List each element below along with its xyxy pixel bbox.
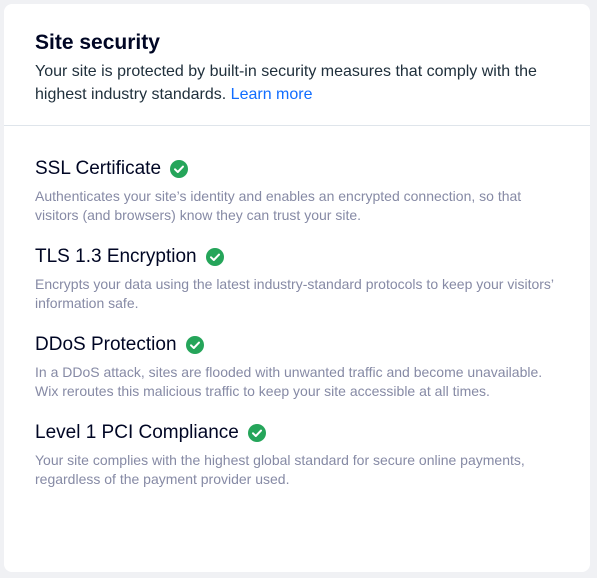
feature-ddos-protection: DDoS Protection In a DDoS attack, sites …: [35, 332, 560, 401]
check-circle-icon: [247, 424, 266, 442]
feature-ssl-certificate: SSL Certificate Authenticates your site’…: [35, 156, 560, 225]
card-header: Site security Your site is protected by …: [4, 4, 590, 126]
feature-title: Level 1 PCI Compliance: [35, 422, 239, 443]
feature-title: TLS 1.3 Encryption: [35, 246, 197, 267]
feature-description: In a DDoS attack, sites are flooded with…: [35, 364, 543, 399]
feature-description: Your site complies with the highest glob…: [35, 452, 525, 487]
site-security-card: Site security Your site is protected by …: [4, 4, 590, 572]
feature-description: Encrypts your data using the latest indu…: [35, 276, 554, 311]
feature-description: Authenticates your site’s identity and e…: [35, 188, 522, 223]
page-title: Site security: [35, 31, 160, 54]
learn-more-link[interactable]: Learn more: [231, 86, 313, 103]
feature-pci-compliance: Level 1 PCI Compliance Your site complie…: [35, 420, 560, 489]
security-features-list: SSL Certificate Authenticates your site’…: [4, 126, 590, 489]
check-circle-icon: [205, 248, 224, 266]
page-subtitle: Your site is protected by built-in secur…: [35, 60, 560, 106]
check-circle-icon: [185, 336, 204, 354]
check-circle-icon: [170, 160, 189, 178]
feature-title: SSL Certificate: [35, 158, 162, 179]
feature-tls-encryption: TLS 1.3 Encryption Encrypts your data us…: [35, 244, 560, 313]
feature-title: DDoS Protection: [35, 334, 177, 355]
